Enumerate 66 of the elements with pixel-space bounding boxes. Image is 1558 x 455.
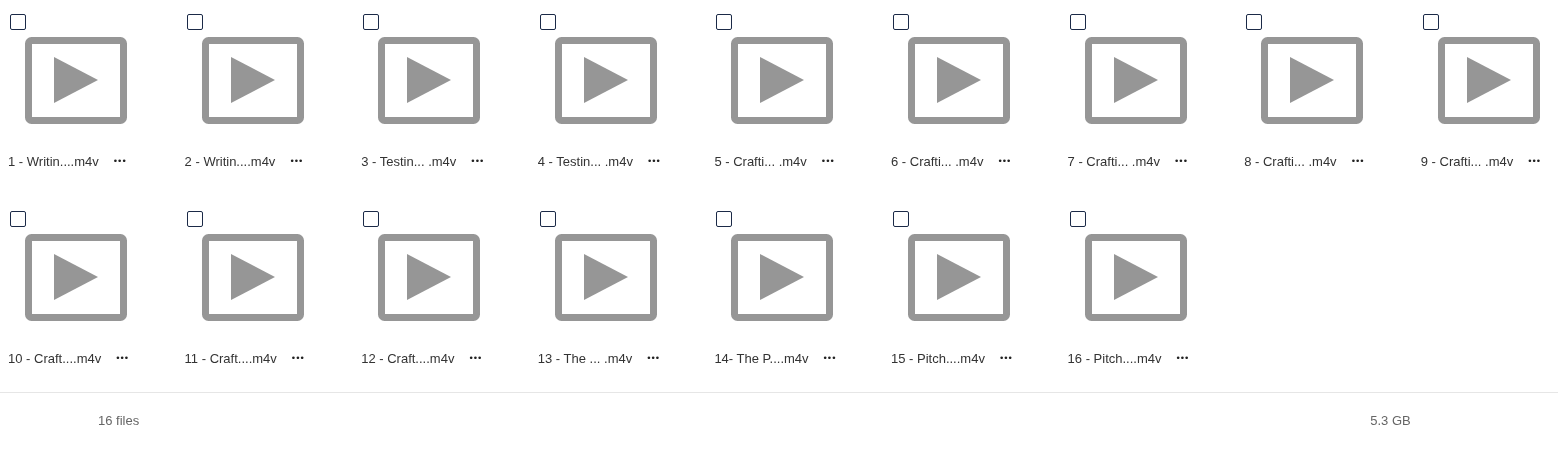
video-file-icon[interactable] — [378, 234, 481, 321]
checkbox[interactable] — [892, 14, 909, 30]
video-file-icon[interactable] — [1437, 37, 1540, 124]
video-file-icon[interactable] — [1261, 37, 1364, 124]
more-options-button[interactable]: ••• — [993, 156, 1015, 166]
more-options-button[interactable]: ••• — [111, 353, 133, 363]
more-options-button[interactable]: ••• — [285, 156, 307, 166]
file-name[interactable]: 11 - Craft....m4v — [184, 350, 277, 366]
more-options-button[interactable]: ••• — [1170, 156, 1191, 166]
file-name[interactable]: 6 - Crafti... .m4v — [890, 153, 984, 169]
more-options-button[interactable]: ••• — [818, 353, 840, 363]
video-file-icon[interactable] — [25, 234, 127, 321]
more-options-button[interactable]: ••• — [108, 156, 130, 166]
checkbox[interactable] — [539, 211, 556, 227]
file-name[interactable]: 10 - Craft....m4v — [8, 350, 102, 366]
video-file-icon[interactable] — [378, 37, 481, 124]
video-file-icon[interactable] — [25, 37, 127, 124]
file-name[interactable]: 8 - Crafti... .m4v — [1244, 153, 1337, 169]
video-file-icon[interactable] — [731, 234, 834, 321]
checkbox[interactable] — [186, 211, 203, 227]
checkbox[interactable] — [10, 211, 26, 227]
video-file-icon[interactable] — [201, 234, 304, 321]
more-options-button[interactable]: ••• — [994, 353, 1016, 363]
file-name[interactable]: 2 - Writin....m4v — [184, 153, 276, 169]
checkbox[interactable] — [1422, 14, 1439, 30]
more-options-button[interactable]: ••• — [1346, 156, 1368, 166]
video-file-icon[interactable] — [554, 234, 657, 321]
more-options-button[interactable]: ••• — [1523, 156, 1545, 166]
checkbox[interactable] — [363, 211, 380, 227]
more-options-button[interactable]: ••• — [464, 353, 486, 363]
checkbox[interactable] — [716, 211, 733, 227]
video-file-icon[interactable] — [907, 234, 1010, 321]
more-options-button[interactable]: ••• — [286, 353, 308, 363]
video-file-icon[interactable] — [554, 37, 657, 124]
file-name[interactable]: 16 - Pitch....m4v — [1067, 350, 1162, 366]
file-name[interactable]: 15 - Pitch....m4v — [890, 350, 985, 366]
video-file-icon[interactable] — [907, 37, 1010, 124]
more-options-button[interactable]: ••• — [466, 156, 488, 166]
checkbox[interactable] — [1069, 14, 1086, 30]
file-name[interactable]: 5 - Crafti... .m4v — [714, 153, 807, 169]
more-options-button[interactable]: ••• — [642, 353, 664, 363]
checkbox[interactable] — [539, 14, 556, 30]
file-name[interactable]: 9 - Crafti... .m4v — [1420, 153, 1514, 169]
total-size: 5.3 GB — [1370, 413, 1411, 428]
file-name[interactable]: 14- The P....m4v — [714, 350, 809, 366]
more-options-button[interactable]: ••• — [642, 156, 664, 166]
file-name[interactable]: 12 - Craft....m4v — [361, 350, 455, 366]
file-name[interactable]: 1 - Writin....m4v — [8, 153, 99, 169]
video-file-icon[interactable] — [731, 37, 834, 124]
video-file-icon[interactable] — [201, 37, 304, 124]
file-count: 16 files — [98, 413, 140, 428]
checkbox[interactable] — [363, 14, 380, 30]
video-file-icon[interactable] — [1084, 234, 1187, 321]
file-name[interactable]: 3 - Testin... .m4v — [361, 153, 457, 169]
file-name[interactable]: 13 - The ... .m4v — [537, 350, 633, 366]
file-name[interactable]: 4 - Testin... .m4v — [537, 153, 633, 169]
more-options-button[interactable]: ••• — [816, 156, 838, 166]
checkbox[interactable] — [716, 14, 733, 30]
checkbox[interactable] — [892, 211, 909, 227]
more-options-button[interactable]: ••• — [1171, 353, 1193, 363]
checkbox[interactable] — [10, 14, 26, 30]
checkbox[interactable] — [1069, 211, 1086, 227]
video-file-icon[interactable] — [1084, 37, 1187, 124]
checkbox[interactable] — [1246, 14, 1263, 30]
checkbox[interactable] — [186, 14, 203, 30]
file-name[interactable]: 7 - Crafti... .m4v — [1067, 153, 1161, 169]
